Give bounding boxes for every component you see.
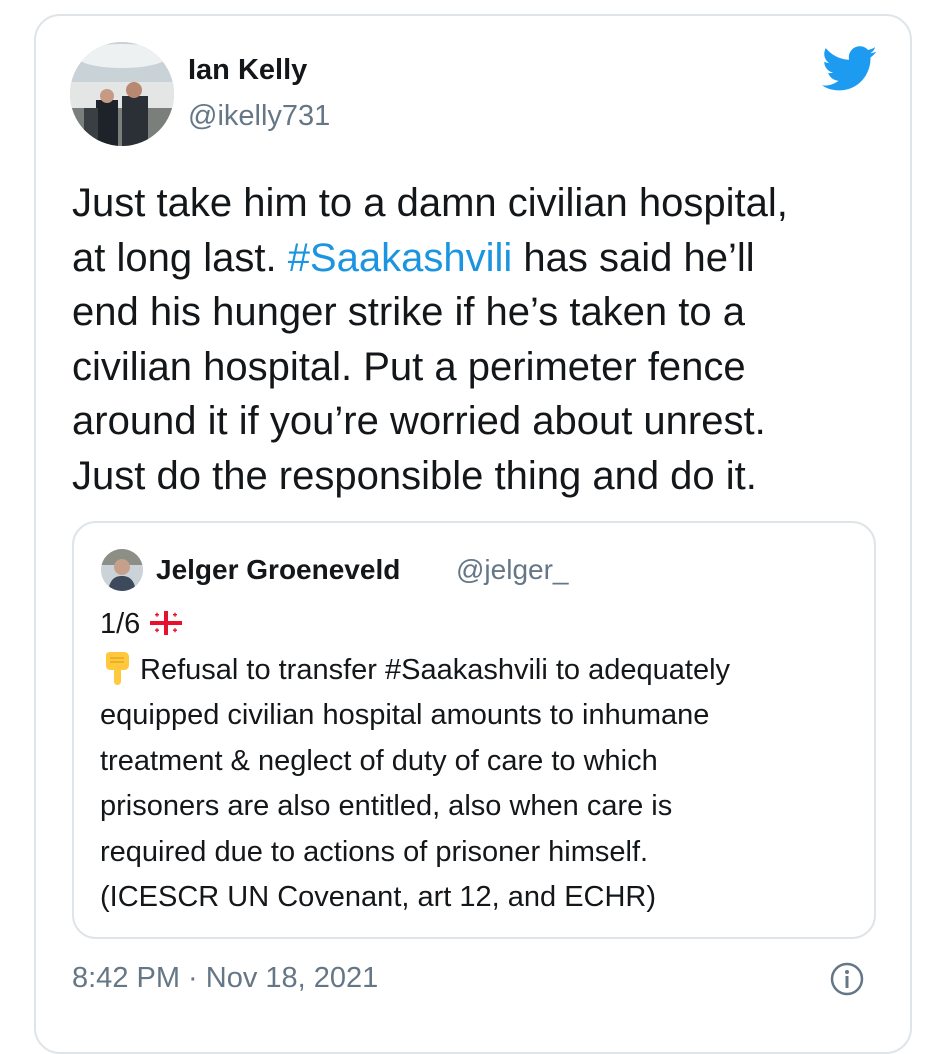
quoted-text-line: (ICESCR UN Covenant, art 12, and ECHR) xyxy=(100,881,657,913)
twitter-bird-icon[interactable] xyxy=(821,46,878,92)
quoted-author-handle[interactable]: @jelger_ xyxy=(456,554,568,586)
quoted-text-line: 1/6 xyxy=(100,602,870,648)
tweet-text-line: at long last. #Saakashvili has said he’l… xyxy=(72,231,872,286)
author-handle[interactable]: @ikelly731 xyxy=(188,100,330,133)
tweet-text: Just take him to a damn civilian hospita… xyxy=(72,176,872,503)
quoted-tweet-text: 1/6 Refusal to transfer #Saakashvili to … xyxy=(100,602,870,921)
author-avatar[interactable] xyxy=(70,42,174,146)
tweet-timestamp[interactable]: 8:42 PM · Nov 18, 2021 xyxy=(72,962,378,995)
quoted-text-line: prisoners are also entitled, also when c… xyxy=(100,790,673,822)
quoted-text-line: treatment & neglect of duty of care to w… xyxy=(100,744,658,777)
thread-counter: 1/6 xyxy=(100,608,141,640)
tweet-text-line: around it if you’re worried about unrest… xyxy=(72,399,766,443)
tweet-text-segment: has said he’ll xyxy=(512,235,755,280)
quoted-text-line: Refusal to transfer #Saakashvili to adeq… xyxy=(100,648,870,694)
hashtag-link[interactable]: #Saakashvili xyxy=(288,236,513,280)
quoted-author-name[interactable]: Jelger Groeneveld xyxy=(156,554,400,586)
info-icon[interactable] xyxy=(830,962,864,996)
author-name[interactable]: Ian Kelly xyxy=(188,54,307,87)
quoted-text-segment: Refusal to transfer #Saakashvili to adeq… xyxy=(140,653,731,686)
pointing-down-emoji-icon xyxy=(100,651,134,685)
tweet-text-line: end his hunger strike if he’s taken to a xyxy=(72,290,746,334)
georgia-flag-icon xyxy=(146,606,186,635)
quoted-text-line: required due to actions of prisoner hims… xyxy=(100,835,649,868)
tweet-text-line: Just take him to a damn civilian hospita… xyxy=(72,181,788,225)
tweet-text-line: Just do the responsible thing and do it. xyxy=(72,453,757,498)
quoted-author-avatar[interactable] xyxy=(101,549,143,591)
tweet-text-line: civilian hospital. Put a perimeter fence xyxy=(72,344,746,389)
quoted-text-line: equipped civilian hospital amounts to in… xyxy=(100,699,710,731)
tweet-text-segment: at long last. xyxy=(72,235,288,280)
